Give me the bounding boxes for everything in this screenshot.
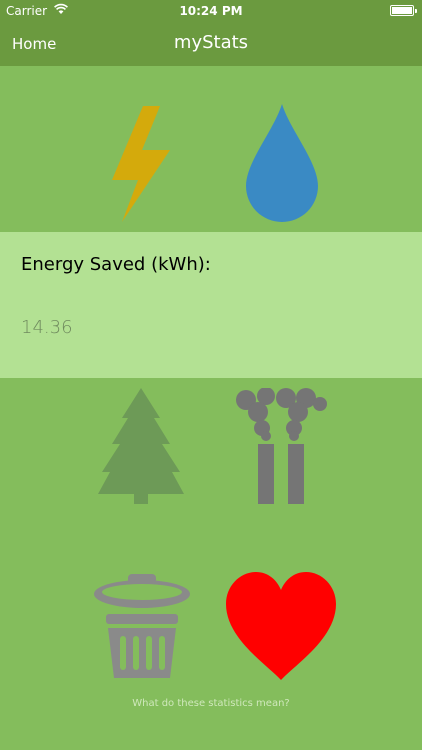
stat-panel: Energy Saved (kWh): 14.36: [0, 232, 422, 378]
heart-icon[interactable]: [224, 572, 338, 686]
water-drop-icon[interactable]: [244, 104, 320, 228]
status-time: 10:24 PM: [179, 4, 243, 18]
battery-icon: [390, 5, 417, 16]
stat-label: Energy Saved (kWh):: [21, 254, 211, 275]
statistics-info-link[interactable]: What do these statistics mean?: [0, 698, 422, 709]
lightning-icon[interactable]: [108, 106, 172, 226]
page-title: myStats: [173, 32, 249, 53]
navigation-bar: Home myStats: [0, 22, 422, 66]
tree-icon[interactable]: [96, 388, 186, 508]
status-bar: Carrier 10:24 PM: [0, 0, 422, 22]
stat-value: 14.36: [21, 317, 73, 338]
trash-can-icon[interactable]: [92, 572, 192, 686]
smokestack-icon[interactable]: [232, 387, 328, 508]
